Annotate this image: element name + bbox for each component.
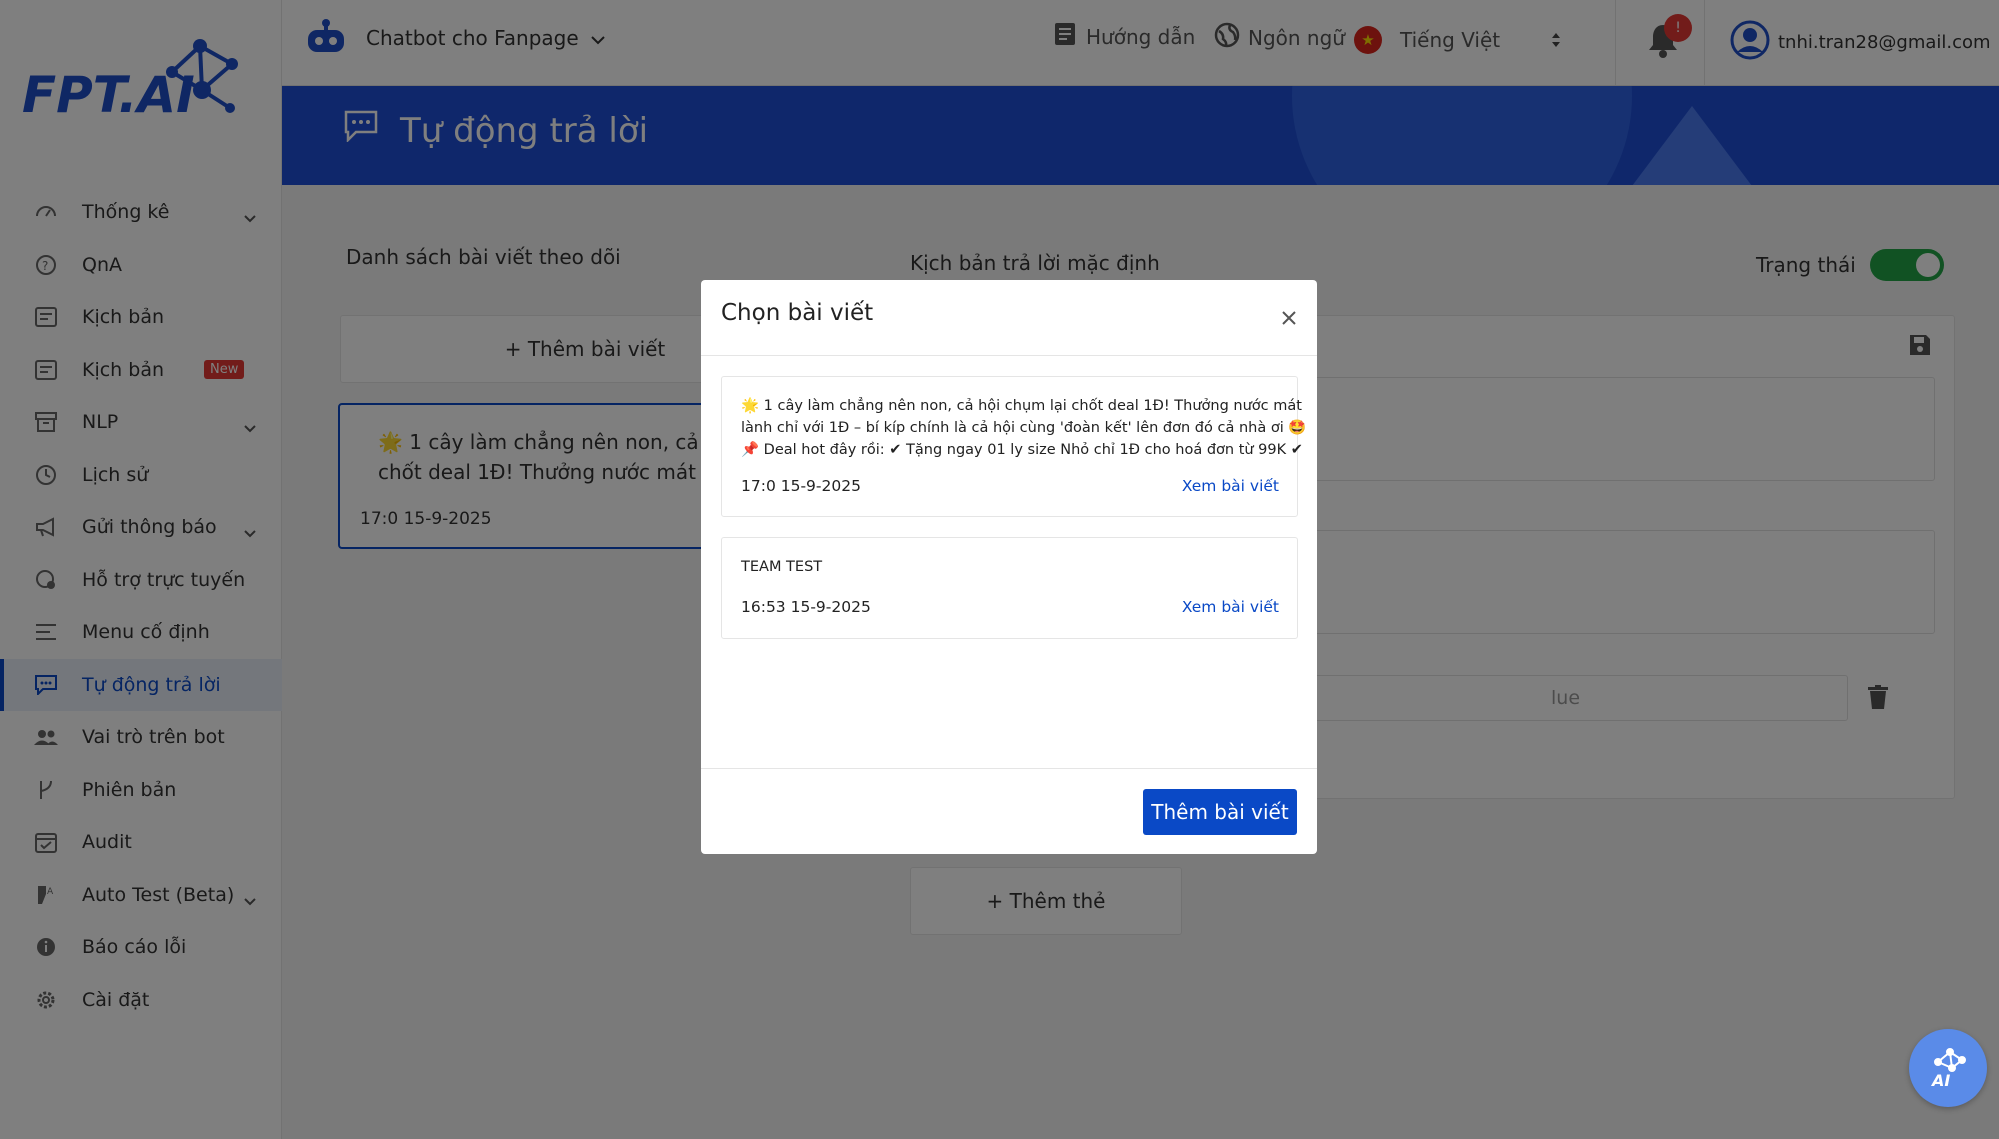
post-option-time: 16:53 15-9-2025	[741, 598, 871, 616]
ai-assistant-button[interactable]: AI	[1909, 1029, 1987, 1107]
view-post-link[interactable]: Xem bài viết	[1182, 598, 1279, 616]
close-icon[interactable]	[1281, 310, 1297, 330]
post-option-text: 🌟 1 cây làm chẳng nên non, cả hội chụm l…	[741, 398, 1307, 458]
svg-text:AI: AI	[1930, 1071, 1950, 1090]
modal-title: Chọn bài viết	[721, 300, 874, 326]
ai-assistant-icon: AI	[1924, 1042, 1972, 1094]
post-option-time: 17:0 15-9-2025	[741, 477, 861, 495]
post-option[interactable]: TEAM TEST 16:53 15-9-2025 Xem bài viết	[721, 537, 1298, 639]
select-post-modal: Chọn bài viết 🌟 1 cây làm chẳng nên non,…	[701, 280, 1317, 854]
modal-header: Chọn bài viết	[701, 280, 1317, 356]
post-option-text: TEAM TEST	[741, 559, 823, 575]
view-post-link[interactable]: Xem bài viết	[1182, 477, 1279, 495]
add-post-submit-button[interactable]: Thêm bài viết	[1143, 789, 1297, 835]
modal-footer: Thêm bài viết	[701, 768, 1317, 854]
post-option[interactable]: 🌟 1 cây làm chẳng nên non, cả hội chụm l…	[721, 376, 1306, 517]
